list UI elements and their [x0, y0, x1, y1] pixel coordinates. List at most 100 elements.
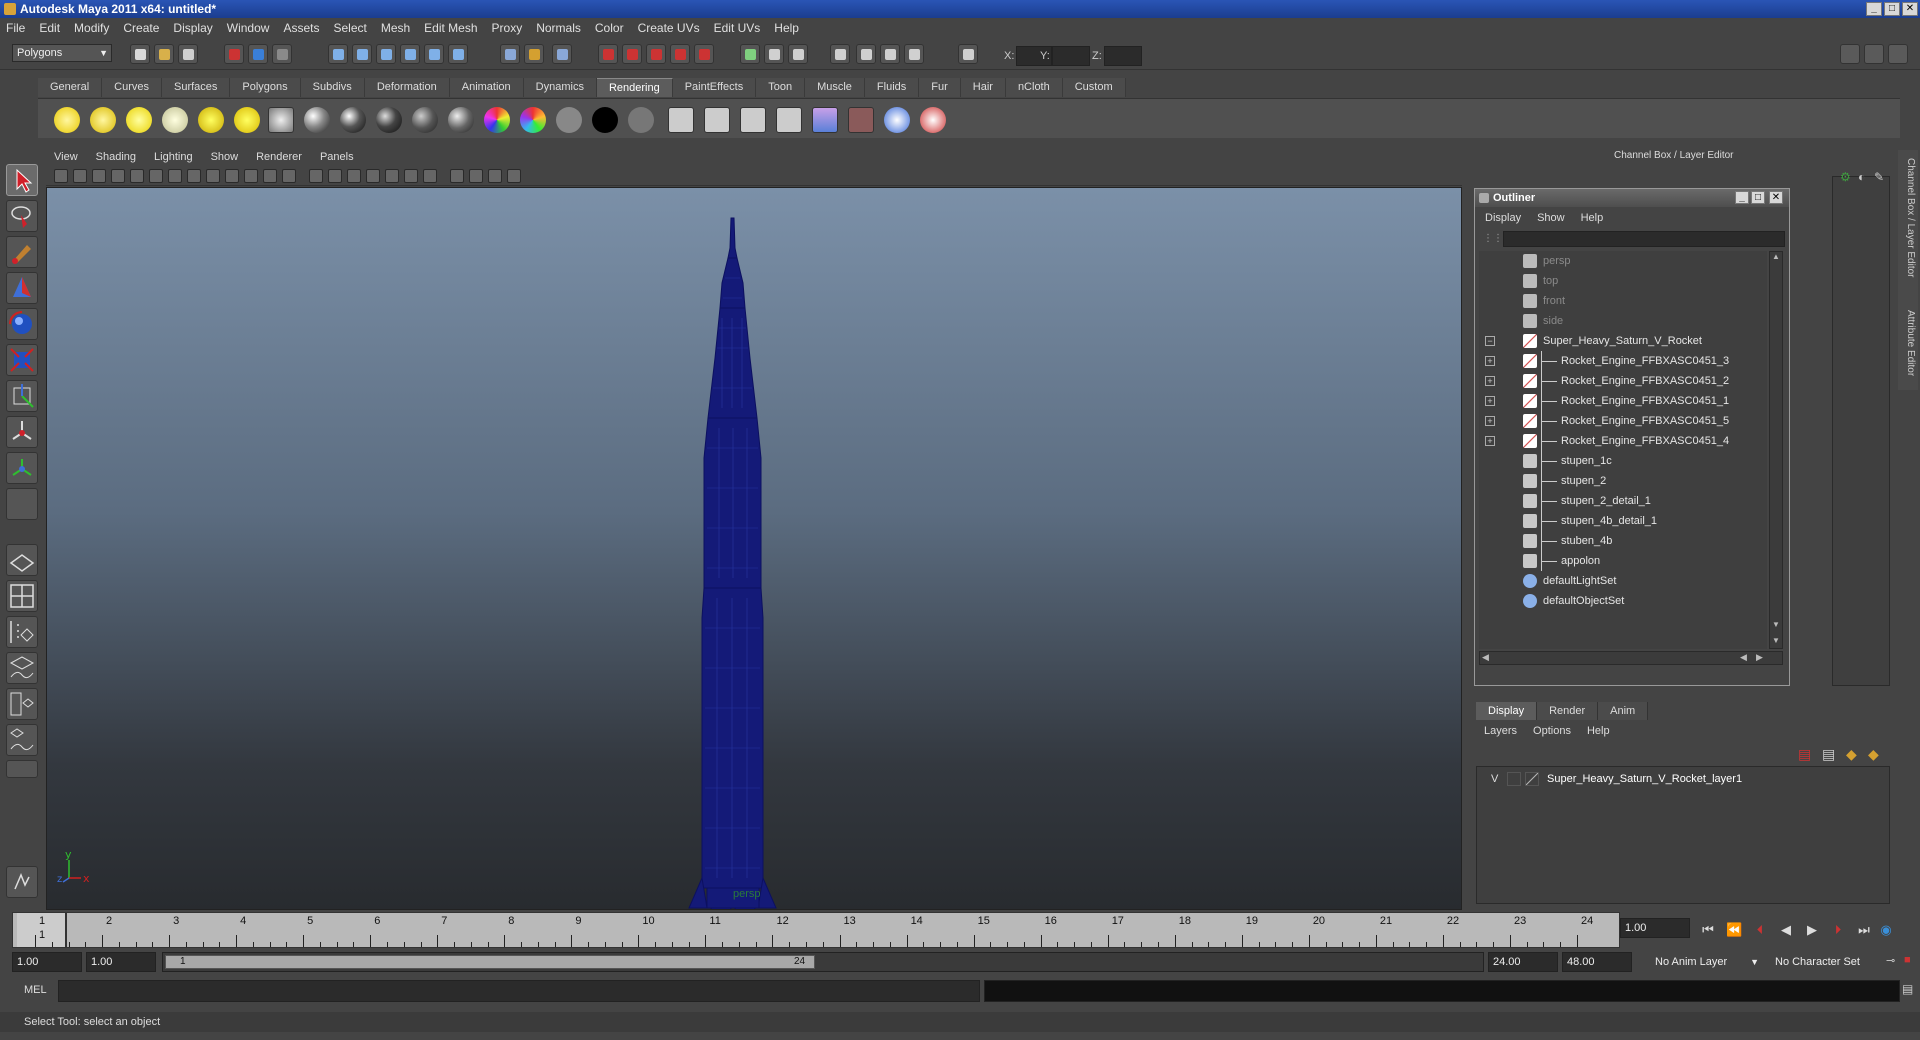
z-input[interactable] [1104, 46, 1142, 66]
phong-icon[interactable] [376, 107, 402, 133]
select-camera-icon[interactable] [54, 169, 68, 183]
outliner-menu-show[interactable]: Show [1537, 212, 1565, 224]
render-settings-icon[interactable] [646, 44, 666, 64]
shelf-tab-painteffects[interactable]: PaintEffects [672, 78, 757, 97]
go-to-end-icon[interactable]: ⏭ [1856, 922, 1872, 938]
use-background-icon[interactable] [592, 107, 618, 133]
step-back-frame-icon[interactable]: ⏴ [1752, 922, 1768, 938]
auto-key-icon[interactable]: ■ [1904, 954, 1911, 966]
outliner-item[interactable]: + Rocket_Engine_FFBXASC0451_3 [1479, 351, 1767, 371]
select-hierarchy-icon[interactable] [224, 44, 244, 64]
ramp-shader-icon[interactable] [520, 107, 546, 133]
snap-curve-icon[interactable] [352, 44, 372, 64]
hypershade-shelf-icon[interactable] [668, 107, 694, 133]
expand-icon[interactable]: + [1485, 436, 1495, 446]
persp-graph-layout-icon[interactable] [6, 652, 38, 684]
range-slider-track[interactable]: 1 24 [162, 952, 1484, 972]
script-editor-icon[interactable] [6, 866, 38, 898]
scroll-left-end-icon[interactable]: ◀ [1740, 652, 1747, 663]
outliner-item[interactable]: defaultObjectSet [1479, 591, 1767, 611]
menu-normals[interactable]: Normals [536, 21, 581, 35]
camera-attributes-icon[interactable] [73, 169, 87, 183]
command-language-label[interactable]: MEL [24, 984, 47, 996]
volume-light-icon[interactable] [234, 107, 260, 133]
layer-add-icon[interactable]: ◆ [1868, 746, 1879, 763]
outliner-item[interactable]: + Rocket_Engine_FFBXASC0451_1 [1479, 391, 1767, 411]
shelf-tab-fluids[interactable]: Fluids [864, 78, 920, 97]
time-slider[interactable]: 1 1 2 3 4 5 6 7 8 9 10 11 12 13 14 15 16 17 18 19 20 21 22 23 2… [12, 912, 1620, 948]
input-ops-icon[interactable] [552, 44, 572, 64]
collapse-icon[interactable]: − [1485, 336, 1495, 346]
menu-mesh[interactable]: Mesh [381, 21, 410, 35]
playback-end-input[interactable]: 24.00 [1488, 952, 1558, 972]
menu-proxy[interactable]: Proxy [492, 21, 523, 35]
y-input[interactable] [1052, 46, 1090, 66]
xray-icon[interactable] [469, 169, 483, 183]
outliner-horizontal-scrollbar[interactable]: ◀ ◀ ▶ [1479, 651, 1783, 665]
hypershade-persp-layout-icon[interactable] [6, 688, 38, 720]
outliner-vertical-scrollbar[interactable]: ▲ ▼ ▼ [1769, 251, 1783, 649]
paint-render-icon[interactable] [920, 107, 946, 133]
snap-live-icon[interactable] [424, 44, 444, 64]
outliner-item[interactable]: stupen_2 [1479, 471, 1767, 491]
layer-row[interactable]: V Super_Heavy_Saturn_V_Rocket_layer1 [1477, 769, 1889, 789]
grease-pencil-icon[interactable] [149, 169, 163, 183]
camera-aim-icon[interactable] [268, 107, 294, 133]
use-lights-icon[interactable] [385, 169, 399, 183]
universal-manipulator-icon[interactable] [6, 380, 38, 412]
outliner-item[interactable]: + Rocket_Engine_FFBXASC0451_2 [1479, 371, 1767, 391]
ambient-occlusion-icon[interactable] [423, 169, 437, 183]
shelf-tab-ncloth[interactable]: nCloth [1005, 78, 1063, 97]
safe-title-icon[interactable] [282, 169, 296, 183]
textured-icon[interactable] [366, 169, 380, 183]
ambient-light-icon[interactable] [54, 107, 80, 133]
outliner-item[interactable]: defaultLightSet [1479, 571, 1767, 591]
new-layer-icon[interactable]: ▤ [1798, 746, 1811, 763]
scroll-up-icon[interactable]: ▲ [1772, 252, 1780, 261]
smooth-shade-icon[interactable] [328, 169, 342, 183]
image-plane-icon[interactable] [111, 169, 125, 183]
mental-ray-icon[interactable] [884, 107, 910, 133]
snap-grid-icon[interactable] [328, 44, 348, 64]
menu-edit-mesh[interactable]: Edit Mesh [424, 21, 477, 35]
outliner-item[interactable]: persp [1479, 251, 1767, 271]
spot-light-icon[interactable] [162, 107, 188, 133]
layer-tab-render[interactable]: Render [1537, 702, 1599, 720]
viewport-menu-shading[interactable]: Shading [96, 151, 136, 163]
xray-joints-icon[interactable] [488, 169, 502, 183]
channel-control-icon[interactable]: ◐ [1858, 170, 1865, 184]
render-settings-shelf-icon[interactable] [740, 107, 766, 133]
ipr-shelf-icon[interactable] [776, 107, 802, 133]
layer-visibility-toggle[interactable]: V [1491, 769, 1498, 789]
expand-icon[interactable]: + [1485, 376, 1495, 386]
field-chart-icon[interactable] [244, 169, 258, 183]
menu-set-select[interactable]: Polygons ▼ [12, 44, 112, 62]
outliner-item[interactable]: + Rocket_Engine_FFBXASC0451_5 [1479, 411, 1767, 431]
point-light-icon[interactable] [126, 107, 152, 133]
play-backwards-icon[interactable]: ◀ [1778, 922, 1794, 938]
render-view-shelf-icon[interactable] [704, 107, 730, 133]
hyper-icon[interactable] [904, 44, 924, 64]
directional-light-icon[interactable] [90, 107, 116, 133]
anim-prefs-icon[interactable]: ◉ [1878, 922, 1894, 938]
current-time-input[interactable]: 1.00 [1620, 918, 1690, 938]
menu-create-uvs[interactable]: Create UVs [638, 21, 700, 35]
layer-options-icon[interactable]: ◆ [1846, 746, 1857, 763]
surface-shader-icon[interactable] [556, 107, 582, 133]
layer-menu-options[interactable]: Options [1533, 725, 1571, 737]
render-frame-icon[interactable] [598, 44, 618, 64]
viewport-menu-show[interactable]: Show [211, 151, 239, 163]
shade-wire-icon[interactable] [347, 169, 361, 183]
outliner-minimize-button[interactable]: _ [1735, 191, 1749, 204]
safe-action-icon[interactable] [263, 169, 277, 183]
construction-icon[interactable] [524, 44, 544, 64]
shelf-tab-rendering[interactable]: Rendering [596, 78, 673, 97]
resolution-gate-icon[interactable] [206, 169, 220, 183]
lasso-tool-icon[interactable] [6, 200, 38, 232]
filter-icon[interactable]: ⋮⋮ [1483, 233, 1503, 244]
snap-view-icon[interactable] [448, 44, 468, 64]
shelf-tab-hair[interactable]: Hair [960, 78, 1006, 97]
minimize-button[interactable]: _ [1866, 2, 1882, 16]
shelf-tab-toon[interactable]: Toon [756, 78, 806, 97]
outliner-menu-display[interactable]: Display [1485, 212, 1521, 224]
